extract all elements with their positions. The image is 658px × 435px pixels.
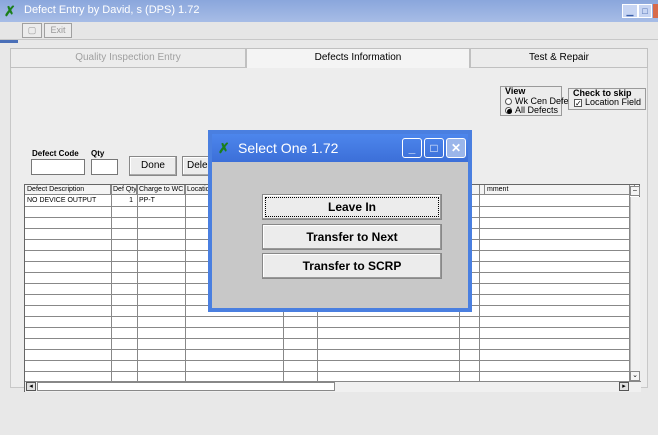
horizontal-scroll-thumb[interactable]: [37, 382, 335, 391]
grid-line: [25, 327, 629, 328]
defect-code-label: Defect Code: [32, 149, 79, 158]
column-header-qty[interactable]: Def Qty: [111, 185, 137, 195]
skip-groupbox: Check to skip ✓ Location Field: [568, 88, 646, 110]
delete-button[interactable]: Dele: [182, 156, 210, 176]
column-header-comment[interactable]: mment: [485, 185, 635, 195]
dialog-maximize-icon[interactable]: □: [424, 138, 444, 158]
column-header-description[interactable]: Defect Description: [25, 185, 111, 195]
grid-line: [25, 316, 629, 317]
dialog-title-bar[interactable]: ✗ Select One 1.72 _ □ ✕: [212, 134, 468, 162]
minimize-icon[interactable]: ▁: [622, 4, 638, 18]
column-header-charge[interactable]: Charge to WC: [137, 185, 185, 195]
exit-button[interactable]: Exit: [44, 23, 72, 38]
radio-label: All Defects: [515, 105, 559, 115]
app-icon: ✗: [4, 3, 16, 19]
row-charge[interactable]: PP-T: [137, 196, 185, 206]
checkbox-label: Location Field: [585, 97, 642, 107]
row-description[interactable]: NO DEVICE OUTPUT: [25, 196, 111, 206]
defect-code-input[interactable]: [31, 159, 85, 175]
row-qty[interactable]: 1: [111, 196, 135, 206]
grid-line: [185, 185, 186, 381]
leave-in-button[interactable]: Leave In: [262, 194, 442, 220]
tab-quality-inspection[interactable]: Quality Inspection Entry: [10, 48, 246, 68]
scroll-left-icon[interactable]: ◂: [26, 382, 36, 391]
dialog-close-icon[interactable]: ✕: [446, 138, 466, 158]
tab-defects-information[interactable]: Defects Information: [246, 48, 470, 68]
maximize-icon[interactable]: □: [638, 4, 652, 18]
scroll-right-icon[interactable]: ▸: [619, 382, 629, 391]
view-legend: View: [505, 86, 526, 96]
done-button[interactable]: Done: [129, 156, 177, 176]
new-document-icon[interactable]: ▢: [22, 23, 42, 38]
toolbar: ▢ Exit: [0, 22, 658, 40]
grid-line: [25, 360, 629, 361]
dialog-app-icon: ✗: [218, 140, 230, 156]
location-field-checkbox[interactable]: ✓: [574, 99, 582, 108]
window-title: Defect Entry by David, s (DPS) 1.72: [24, 4, 200, 16]
tab-test-repair[interactable]: Test & Repair: [470, 48, 648, 68]
dialog-minimize-icon[interactable]: _: [402, 138, 422, 158]
grid-line: [25, 349, 629, 350]
scroll-up-icon[interactable]: –: [630, 186, 640, 196]
tab-bar: Quality Inspection Entry Defects Informa…: [10, 48, 648, 68]
dialog-title: Select One 1.72: [238, 140, 339, 156]
qty-label: Qty: [91, 149, 105, 158]
grid-line: [25, 338, 629, 339]
main-title-bar: ✗ Defect Entry by David, s (DPS) 1.72 ▁ …: [0, 0, 658, 22]
vertical-scrollbar[interactable]: [630, 197, 640, 381]
transfer-to-next-button[interactable]: Transfer to Next: [262, 224, 442, 250]
transfer-to-scrp-button[interactable]: Transfer to SCRP: [262, 253, 442, 279]
scroll-down-icon[interactable]: ⌄: [630, 371, 640, 381]
grid-line: [111, 185, 112, 381]
close-icon[interactable]: [653, 4, 658, 18]
radio-all-defects[interactable]: [505, 107, 512, 114]
view-groupbox: View Wk Cen Defects All Defects: [500, 86, 580, 116]
decorative-stripe: [0, 40, 18, 43]
radio-wk-cen-defects[interactable]: [505, 98, 512, 105]
qty-input[interactable]: [91, 159, 118, 175]
grid-line: [25, 371, 629, 372]
grid-line: [479, 185, 480, 381]
grid-line: [137, 185, 138, 381]
select-one-dialog: ✗ Select One 1.72 _ □ ✕ Leave In Transfe…: [208, 130, 472, 312]
